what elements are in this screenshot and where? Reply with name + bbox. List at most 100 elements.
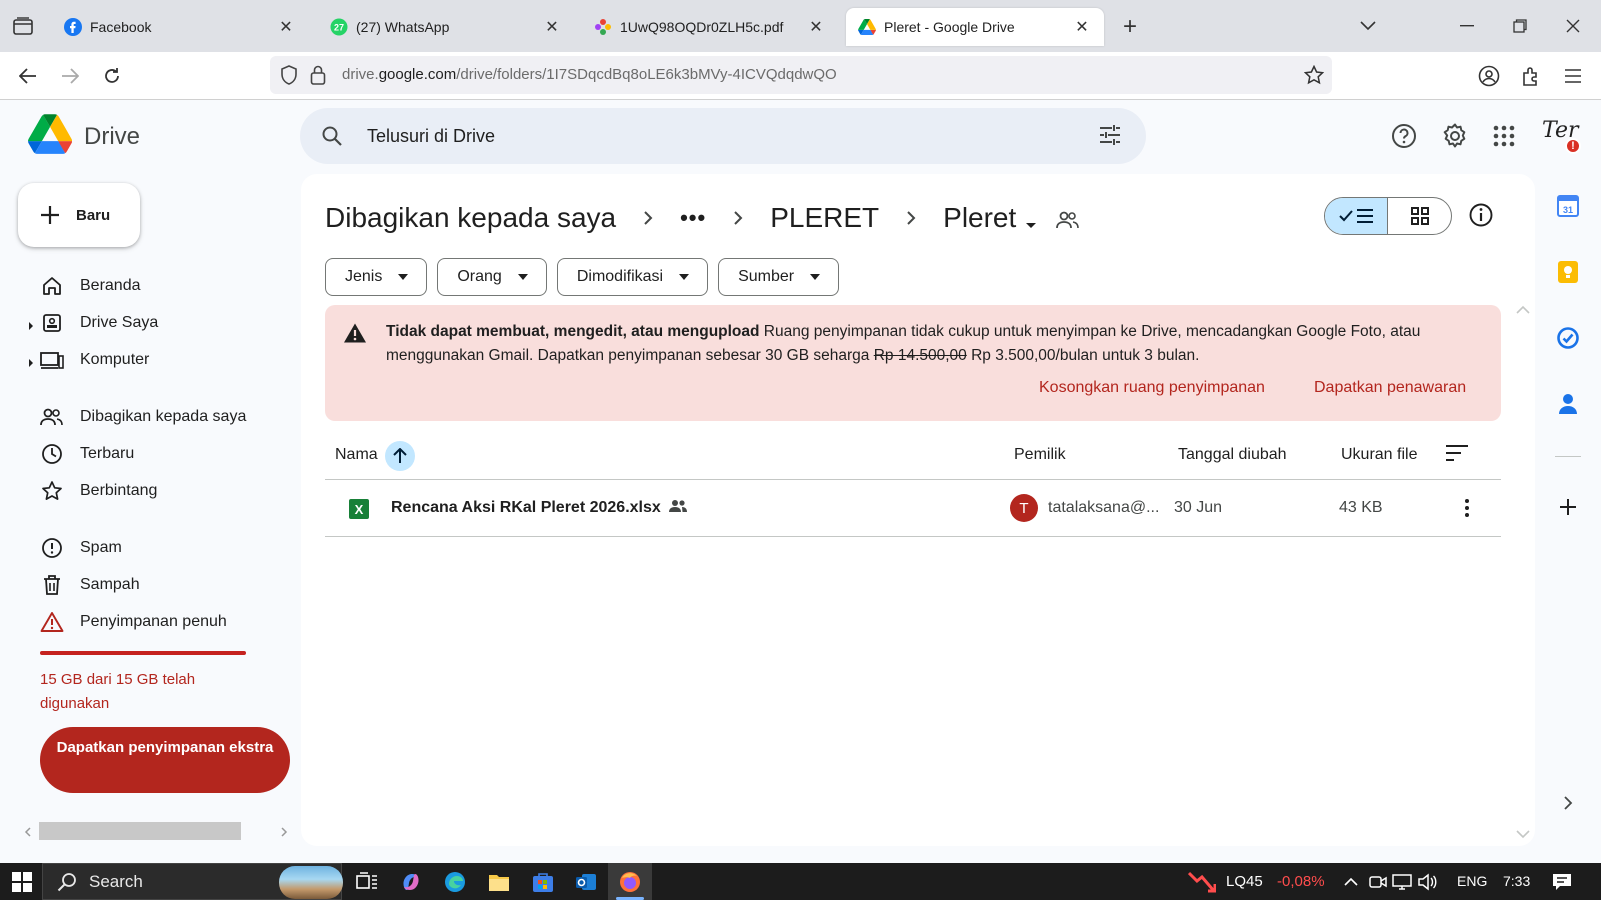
grid-view-button[interactable] (1388, 198, 1451, 234)
filter-modified-chip[interactable]: Dimodifikasi (556, 258, 709, 296)
address-bar[interactable]: drive.google.com/drive/folders/1I7SDqcdB… (270, 56, 1332, 94)
filter-type-chip[interactable]: Jenis (325, 258, 428, 296)
sidebar-item-recent[interactable]: Terbaru (28, 437, 134, 471)
scrollbar-thumb[interactable] (39, 822, 241, 840)
reload-icon[interactable] (98, 62, 126, 90)
restore-button[interactable] (1505, 12, 1535, 40)
close-tab-icon[interactable]: ✕ (1072, 17, 1092, 37)
sidebar-item-my-drive[interactable]: Drive Saya (28, 306, 158, 340)
table-row[interactable]: X Rencana Aksi RKal Pleret 2026.xlsx T t… (325, 480, 1501, 537)
microsoft-store-icon[interactable] (531, 870, 555, 894)
drive-logo[interactable]: Drive (28, 114, 140, 159)
tab-overview-icon[interactable] (10, 14, 36, 38)
breadcrumb-parent[interactable]: PLERET (770, 202, 879, 234)
breadcrumb-current[interactable]: Pleret (943, 202, 1016, 234)
list-view-button[interactable] (1325, 198, 1389, 234)
url-text[interactable]: drive.google.com/drive/folders/1I7SDqcdB… (342, 66, 837, 83)
shield-icon[interactable] (280, 65, 298, 90)
sidebar-item-trash[interactable]: Sampah (28, 568, 140, 602)
scroll-down-icon[interactable] (1516, 826, 1530, 840)
expand-caret-icon[interactable] (28, 318, 36, 330)
windows-start-icon[interactable] (12, 872, 32, 892)
tab-whatsapp[interactable]: 27 (27) WhatsApp ✕ (318, 8, 574, 46)
scroll-up-icon[interactable] (1516, 302, 1530, 316)
close-window-button[interactable] (1558, 12, 1588, 40)
column-header-name[interactable]: Nama (335, 446, 378, 464)
filter-source-chip[interactable]: Sumber (718, 258, 840, 296)
free-up-space-link[interactable]: Kosongkan ruang penyimpanan (1039, 379, 1265, 397)
lock-icon[interactable] (310, 65, 326, 90)
minimize-button[interactable] (1452, 12, 1482, 40)
new-tab-button[interactable]: + (1116, 14, 1144, 40)
expand-caret-icon[interactable] (28, 355, 36, 367)
add-addon-plus-icon[interactable] (1555, 494, 1581, 520)
caret-down-icon[interactable] (1022, 209, 1040, 228)
show-hidden-icons-chevron-icon[interactable] (1341, 872, 1361, 892)
stock-ticker[interactable]: LQ45 (1226, 873, 1263, 890)
tab-facebook[interactable]: Facebook ✕ (52, 8, 308, 46)
stock-down-chart-icon[interactable] (1187, 869, 1217, 895)
breadcrumb-more[interactable]: ••• (680, 205, 706, 231)
search-icon[interactable] (320, 124, 344, 148)
help-icon[interactable] (1388, 120, 1420, 152)
column-header-owner[interactable]: Pemilik (1014, 446, 1066, 464)
back-arrow-icon[interactable] (14, 62, 42, 90)
apps-grid-icon[interactable] (1488, 120, 1520, 152)
menu-icon[interactable] (1559, 62, 1587, 90)
sidebar-item-home[interactable]: Beranda (28, 269, 141, 303)
network-icon[interactable] (1392, 872, 1412, 892)
forward-arrow-icon[interactable] (56, 62, 84, 90)
scroll-right-icon[interactable] (280, 827, 288, 837)
settings-gear-icon[interactable] (1439, 120, 1471, 152)
keep-icon[interactable] (1555, 259, 1581, 285)
close-tab-icon[interactable]: ✕ (806, 17, 826, 37)
tab-list-chevron-icon[interactable] (1353, 12, 1383, 40)
input-language[interactable]: ENG (1457, 873, 1487, 889)
extensions-icon[interactable] (1517, 62, 1545, 90)
clock-time[interactable]: 7:33 (1503, 873, 1530, 889)
sidebar-item-storage-full[interactable]: Penyimpanan penuh (28, 605, 227, 639)
close-tab-icon[interactable]: ✕ (276, 17, 296, 37)
tasks-icon[interactable] (1555, 325, 1581, 351)
search-input[interactable]: Telusuri di Drive (367, 126, 495, 147)
account-icon[interactable] (1475, 62, 1503, 90)
sidebar-item-spam[interactable]: Spam (28, 531, 122, 565)
search-options-icon[interactable] (1098, 124, 1124, 148)
outlook-icon[interactable] (574, 870, 598, 894)
sort-options-icon[interactable] (1445, 444, 1471, 468)
sidebar-horizontal-scrollbar[interactable] (22, 822, 294, 840)
contacts-icon[interactable] (1555, 391, 1581, 417)
filter-people-chip[interactable]: Orang (437, 258, 547, 296)
tab-pdf[interactable]: 1UwQ98OQDr0ZLH5c.pdf ✕ (582, 8, 838, 46)
get-offer-link[interactable]: Dapatkan penawaran (1314, 379, 1466, 397)
volume-icon[interactable] (1417, 872, 1437, 892)
close-tab-icon[interactable]: ✕ (542, 17, 562, 37)
meet-now-icon[interactable] (1368, 872, 1388, 892)
edge-browser-icon[interactable] (443, 870, 467, 894)
expand-side-panel-chevron-icon[interactable] (1555, 790, 1581, 816)
task-view-icon[interactable] (355, 870, 379, 894)
file-name[interactable]: Rencana Aksi RKal Pleret 2026.xlsx (391, 499, 661, 517)
scroll-left-icon[interactable] (24, 827, 32, 837)
calendar-icon[interactable]: 31 (1555, 193, 1581, 219)
sidebar-item-shared-with-me[interactable]: Dibagikan kepada saya (28, 400, 246, 434)
notifications-icon[interactable] (1552, 872, 1572, 892)
breadcrumb-root[interactable]: Dibagikan kepada saya (325, 202, 616, 234)
copilot-icon[interactable] (399, 870, 423, 894)
get-more-storage-button[interactable]: Dapatkan penyimpanan ekstra (40, 727, 290, 793)
drive-search-bar[interactable]: Telusuri di Drive (300, 108, 1146, 164)
taskbar-search-box[interactable]: Search (42, 863, 343, 900)
info-icon[interactable] (1468, 202, 1496, 230)
sidebar-item-starred[interactable]: Berbintang (28, 474, 157, 508)
sidebar-item-computers[interactable]: Komputer (28, 343, 149, 377)
column-header-modified[interactable]: Tanggal diubah (1178, 446, 1287, 464)
tab-google-drive[interactable]: Pleret - Google Drive ✕ (846, 8, 1104, 46)
sort-ascending-arrow-icon[interactable] (385, 441, 415, 471)
more-actions-icon[interactable] (1455, 496, 1479, 520)
file-explorer-icon[interactable] (487, 870, 511, 894)
bookmark-star-icon[interactable] (1303, 64, 1325, 90)
new-button[interactable]: Baru (18, 183, 140, 247)
shared-folder-icon[interactable] (1056, 205, 1082, 231)
firefox-icon[interactable] (618, 870, 642, 894)
column-header-size[interactable]: Ukuran file (1341, 446, 1417, 464)
